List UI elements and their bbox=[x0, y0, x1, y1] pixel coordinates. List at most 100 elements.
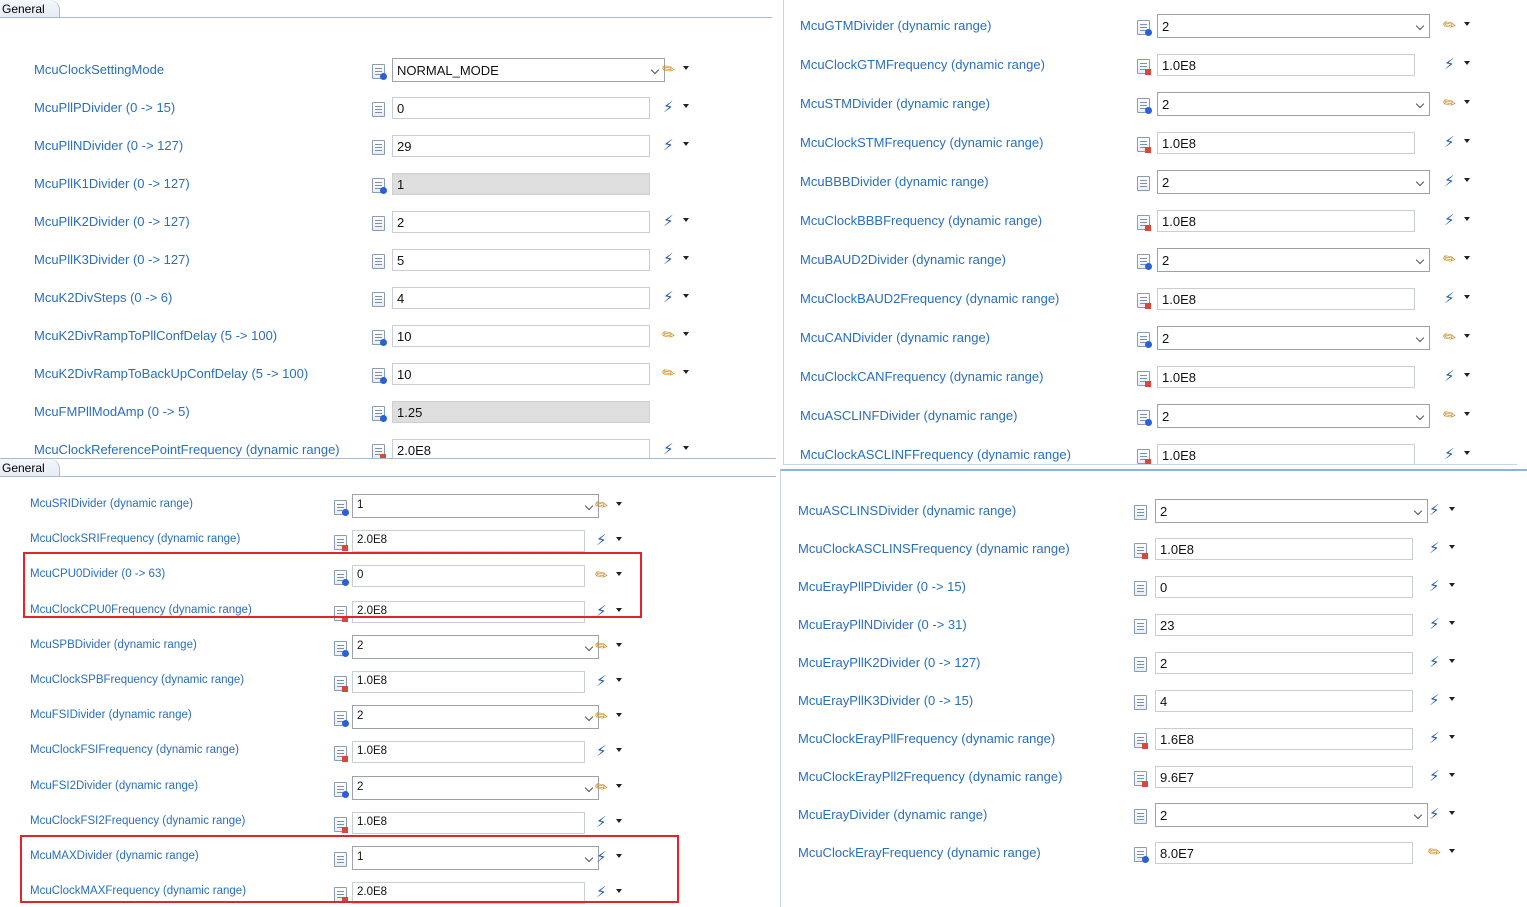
dropdown-arrow-icon[interactable] bbox=[683, 370, 689, 374]
field-label[interactable]: McuPllK3Divider (0 -> 127) bbox=[34, 252, 190, 267]
field-label[interactable]: McuClockASCLINSFrequency (dynamic range) bbox=[798, 541, 1070, 556]
field-label[interactable]: McuSTMDivider (dynamic range) bbox=[800, 96, 990, 111]
calculate-menu[interactable]: ⚡ bbox=[1444, 134, 1474, 151]
pencil-icon[interactable]: ✎ bbox=[1440, 93, 1460, 114]
edit-menu[interactable]: ✎ bbox=[592, 495, 626, 516]
wand-icon[interactable]: ⚡ bbox=[1429, 655, 1440, 671]
value-dropdown[interactable]: 2 bbox=[1157, 326, 1430, 350]
dropdown-arrow-icon[interactable] bbox=[1464, 451, 1470, 455]
field-label[interactable]: McuPllK2Divider (0 -> 127) bbox=[34, 214, 190, 229]
chevron-down-icon[interactable] bbox=[1415, 411, 1425, 421]
dropdown-arrow-icon[interactable] bbox=[1449, 621, 1455, 625]
field-label[interactable]: McuClockSTMFrequency (dynamic range) bbox=[800, 135, 1043, 150]
value-input[interactable]: 1.0E8 bbox=[1157, 366, 1415, 388]
dropdown-arrow-icon[interactable] bbox=[616, 784, 622, 788]
field-label[interactable]: McuErayPllNDivider (0 -> 31) bbox=[798, 617, 967, 632]
value-dropdown[interactable]: 2 bbox=[1157, 170, 1430, 194]
dropdown-arrow-icon[interactable] bbox=[1449, 545, 1455, 549]
wand-icon[interactable]: ⚡ bbox=[663, 252, 674, 268]
calculate-menu[interactable]: ⚡ bbox=[663, 213, 693, 230]
field-label[interactable]: McuErayPllK2Divider (0 -> 127) bbox=[798, 655, 980, 670]
value-input[interactable]: 1.0E8 bbox=[352, 671, 585, 693]
pencil-icon[interactable]: ✎ bbox=[659, 363, 679, 384]
calculate-menu[interactable]: ⚡ bbox=[1429, 730, 1459, 747]
calculate-menu[interactable]: ⚡ bbox=[1444, 368, 1474, 385]
dropdown-arrow-icon[interactable] bbox=[616, 643, 622, 647]
field-label[interactable]: McuASCLINSDivider (dynamic range) bbox=[798, 503, 1016, 518]
value-input[interactable]: 2.0E8 bbox=[392, 439, 650, 460]
tab-general[interactable]: General bbox=[0, 0, 60, 18]
field-label[interactable]: McuClockGTMFrequency (dynamic range) bbox=[800, 57, 1045, 72]
field-label[interactable]: McuBBBDivider (dynamic range) bbox=[800, 174, 989, 189]
dropdown-arrow-icon[interactable] bbox=[616, 819, 622, 823]
wand-icon[interactable]: ⚡ bbox=[663, 290, 674, 306]
dropdown-arrow-icon[interactable] bbox=[1464, 217, 1470, 221]
field-label[interactable]: McuBAUD2Divider (dynamic range) bbox=[800, 252, 1006, 267]
calculate-menu[interactable]: ⚡ bbox=[1444, 56, 1474, 73]
value-input[interactable]: 0 bbox=[392, 97, 650, 119]
value-input[interactable]: 1.0E8 bbox=[1157, 210, 1415, 232]
value-input[interactable]: 1.0E8 bbox=[1157, 54, 1415, 76]
field-label[interactable]: McuK2DivSteps (0 -> 6) bbox=[34, 290, 172, 305]
dropdown-arrow-icon[interactable] bbox=[1449, 659, 1455, 663]
dropdown-arrow-icon[interactable] bbox=[683, 218, 689, 222]
value-input[interactable]: 1.0E8 bbox=[1157, 132, 1415, 154]
edit-menu[interactable]: ✎ bbox=[1425, 842, 1459, 863]
value-dropdown[interactable]: 2 bbox=[1155, 499, 1428, 523]
field-label[interactable]: McuCANDivider (dynamic range) bbox=[800, 330, 990, 345]
field-label[interactable]: McuClockErayPll2Frequency (dynamic range… bbox=[798, 769, 1062, 784]
dropdown-arrow-icon[interactable] bbox=[1464, 373, 1470, 377]
calculate-menu[interactable]: ⚡ bbox=[1444, 212, 1474, 229]
calculate-menu[interactable]: ⚡ bbox=[1429, 692, 1459, 709]
wand-icon[interactable]: ⚡ bbox=[596, 533, 607, 549]
calculate-menu[interactable]: ⚡ bbox=[663, 289, 693, 306]
calculate-menu[interactable]: ⚡ bbox=[1429, 654, 1459, 671]
field-label[interactable]: McuPllPDivider (0 -> 15) bbox=[34, 100, 175, 115]
value-dropdown[interactable]: 1 bbox=[352, 494, 599, 518]
value-input[interactable]: 4 bbox=[392, 287, 650, 309]
calculate-menu[interactable]: ⚡ bbox=[663, 441, 693, 458]
calculate-menu[interactable]: ⚡ bbox=[596, 814, 626, 831]
wand-icon[interactable]: ⚡ bbox=[663, 214, 674, 230]
field-label[interactable]: McuClockBBBFrequency (dynamic range) bbox=[800, 213, 1042, 228]
value-input[interactable]: 9.6E7 bbox=[1155, 766, 1413, 788]
dropdown-arrow-icon[interactable] bbox=[1464, 256, 1470, 260]
dropdown-arrow-icon[interactable] bbox=[616, 502, 622, 506]
calculate-menu[interactable]: ⚡ bbox=[1429, 616, 1459, 633]
value-input[interactable]: 1.0E8 bbox=[1157, 444, 1415, 464]
value-input[interactable]: 8.0E7 bbox=[1155, 842, 1413, 864]
calculate-menu[interactable]: ⚡ bbox=[663, 137, 693, 154]
calculate-menu[interactable]: ⚡ bbox=[1429, 768, 1459, 785]
dropdown-arrow-icon[interactable] bbox=[683, 104, 689, 108]
field-label[interactable]: McuClockSPBFrequency (dynamic range) bbox=[30, 674, 244, 686]
wand-icon[interactable]: ⚡ bbox=[1444, 447, 1455, 463]
edit-menu[interactable]: ✎ bbox=[1440, 405, 1474, 426]
calculate-menu[interactable]: ⚡ bbox=[596, 673, 626, 690]
pencil-icon[interactable]: ✎ bbox=[1440, 249, 1460, 270]
value-input[interactable]: 1.6E8 bbox=[1155, 728, 1413, 750]
wand-icon[interactable]: ⚡ bbox=[1444, 174, 1455, 190]
value-input[interactable]: 1.0E8 bbox=[1155, 538, 1413, 560]
calculate-menu[interactable]: ⚡ bbox=[663, 99, 693, 116]
value-dropdown[interactable]: 2 bbox=[1157, 248, 1430, 272]
dropdown-arrow-icon[interactable] bbox=[1464, 22, 1470, 26]
field-label[interactable]: McuClockBAUD2Frequency (dynamic range) bbox=[800, 291, 1059, 306]
wand-icon[interactable]: ⚡ bbox=[663, 100, 674, 116]
value-dropdown[interactable]: 2 bbox=[1157, 14, 1430, 38]
value-input[interactable]: 2.0E8 bbox=[352, 530, 585, 552]
tab-general[interactable]: General bbox=[0, 459, 60, 477]
pencil-icon[interactable]: ✎ bbox=[659, 325, 679, 346]
field-label[interactable]: McuClockFSIFrequency (dynamic range) bbox=[30, 744, 239, 756]
pencil-icon[interactable]: ✎ bbox=[1425, 842, 1445, 863]
edit-menu[interactable]: ✎ bbox=[659, 363, 693, 384]
calculate-menu[interactable]: ⚡ bbox=[1429, 502, 1459, 519]
wand-icon[interactable]: ⚡ bbox=[1444, 369, 1455, 385]
calculate-menu[interactable]: ⚡ bbox=[1429, 806, 1459, 823]
wand-icon[interactable]: ⚡ bbox=[596, 815, 607, 831]
value-dropdown[interactable]: 2 bbox=[352, 635, 599, 659]
pencil-icon[interactable]: ✎ bbox=[1440, 327, 1460, 348]
wand-icon[interactable]: ⚡ bbox=[1444, 213, 1455, 229]
value-input[interactable]: 10 bbox=[392, 363, 650, 385]
value-dropdown[interactable]: 2 bbox=[352, 705, 599, 729]
wand-icon[interactable]: ⚡ bbox=[1444, 135, 1455, 151]
